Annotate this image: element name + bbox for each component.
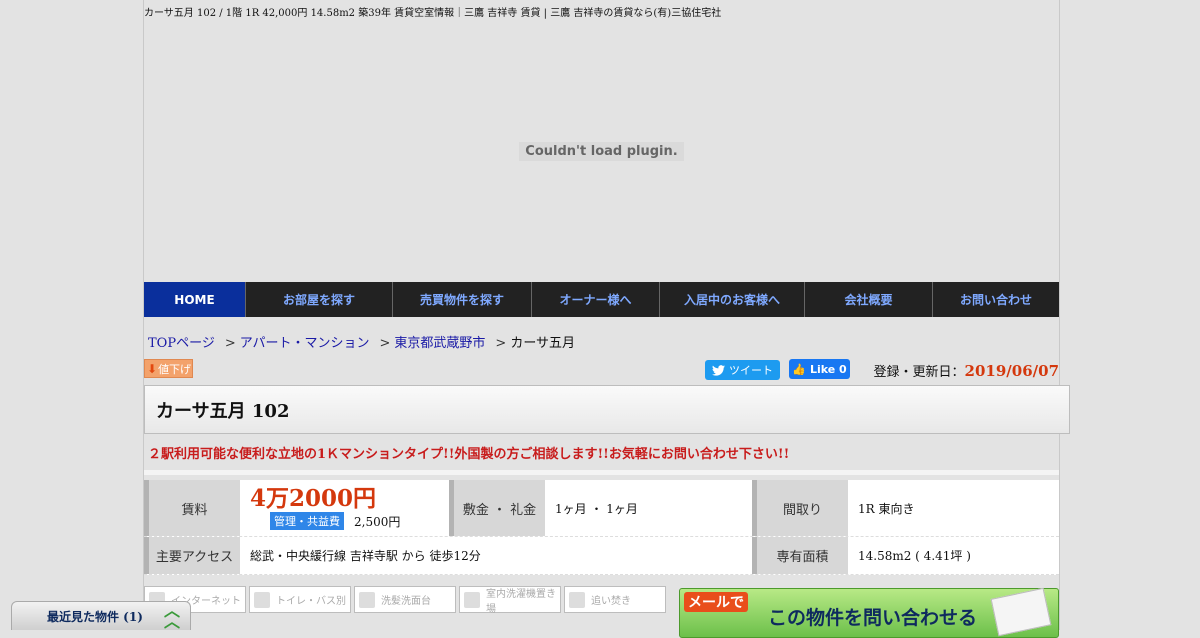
property-details-table: 賃料 4万2000円 管理・共益費 2,500円 敷金 ・ 礼金 1ヶ月 ・ 1…: [144, 480, 1059, 575]
area-value: 14.58m2 ( 4.41坪 ): [858, 549, 971, 563]
breadcrumb-category[interactable]: アパート・マンション: [240, 336, 370, 351]
breadcrumb-current: カーサ五月: [510, 336, 576, 351]
envelope-icon: [990, 587, 1052, 637]
breadcrumb-separator: >: [495, 336, 507, 351]
area-header: 専有面積: [752, 537, 848, 574]
thumbs-up-icon: 👍: [792, 362, 806, 376]
feature-label: 洗髪洗面台: [381, 596, 431, 607]
section-divider: [144, 470, 1059, 475]
double-chevron-up-icon: ︿ ︿: [163, 601, 180, 631]
nav-residents[interactable]: 入居中のお客様へ: [659, 282, 804, 317]
feature-reheating: 追い焚き: [564, 586, 666, 613]
fee-badge: 管理・共益費: [270, 512, 344, 530]
feature-separate-toilet: トイレ・バス別: [249, 586, 351, 613]
layout-header: 間取り: [752, 480, 848, 536]
details-row: 主要アクセス 総武・中央緩行線 吉祥寺駅 から 徒歩12分 専有面積 14.58…: [144, 537, 1059, 575]
rent-value: 4万2000円: [250, 485, 377, 512]
breadcrumb-separator: >: [379, 336, 391, 351]
page-title: カーサ五月 102 / 1階 1R 42,000円 14.58m2 築39年 賃…: [144, 8, 722, 19]
feature-washer-space: 室内洗濯機置き場: [459, 586, 561, 615]
page-container: カーサ五月 102 / 1階 1R 42,000円 14.58m2 築39年 賃…: [143, 0, 1070, 638]
feature-label: 室内洗濯機置き場: [486, 588, 556, 615]
feature-shampoo-basin: 洗髪洗面台: [354, 586, 456, 613]
breadcrumb: TOPページ > アパート・マンション > 東京都武蔵野市 > カーサ五月: [148, 332, 575, 351]
updated-date: 2019/06/07: [964, 362, 1059, 380]
tweet-label: ツイート: [729, 364, 773, 377]
rent-cell: 4万2000円 管理・共益費 2,500円: [240, 480, 449, 536]
facebook-like-button[interactable]: 👍 Like 0: [789, 359, 850, 379]
washer-icon: [464, 591, 480, 608]
twitter-bird-icon: [712, 364, 725, 376]
catch-copy: ２駅利用可能な便利な立地の1Ｋマンションタイプ!!外国製の方ご相談します!!お気…: [148, 447, 790, 462]
property-name: カーサ五月 102: [144, 385, 1070, 434]
like-label: Like 0: [809, 362, 847, 376]
tweet-button[interactable]: ツイート: [705, 360, 780, 380]
breadcrumb-top[interactable]: TOPページ: [148, 336, 215, 351]
breadcrumb-separator: >: [224, 336, 236, 351]
details-row: 賃料 4万2000円 管理・共益費 2,500円 敷金 ・ 礼金 1ヶ月 ・ 1…: [144, 480, 1059, 537]
layout-value: 1R 東向き: [858, 501, 915, 516]
recently-viewed-tab[interactable]: 最近見た物件 (1) ︿ ︿: [11, 601, 191, 630]
recently-viewed-label: 最近見た物件 (1): [47, 609, 143, 624]
deposit-header: 敷金 ・ 礼金: [449, 480, 545, 536]
down-arrow-icon: ⬇: [147, 361, 158, 376]
price-down-label: 値下げ: [158, 362, 192, 376]
contact-property-button[interactable]: メールで この物件を問い合わせる: [679, 587, 1059, 638]
contact-label: この物件を問い合わせる: [768, 607, 978, 629]
access-header: 主要アクセス: [144, 537, 240, 574]
bath-icon: [254, 591, 270, 608]
fee-value: 2,500円: [354, 514, 401, 529]
fee-line: 管理・共益費 2,500円: [270, 512, 400, 530]
nav-sale-properties[interactable]: 売買物件を探す: [392, 282, 531, 317]
updated-info: 登録・更新日：2019/06/07: [874, 361, 1059, 380]
nav-contact[interactable]: お問い合わせ: [932, 282, 1059, 317]
nav-search-rooms[interactable]: お部屋を探す: [245, 282, 392, 317]
plugin-error-message: Couldn't load plugin.: [519, 141, 684, 161]
breadcrumb-area[interactable]: 東京都武蔵野市: [394, 336, 485, 351]
feature-label: 追い焚き: [591, 596, 631, 607]
nav-company[interactable]: 会社概要: [804, 282, 932, 317]
price-down-badge: ⬇ 値下げ: [144, 359, 193, 378]
nav-home[interactable]: HOME: [144, 282, 245, 317]
updated-label: 登録・更新日：: [873, 365, 965, 380]
deposit-value: 1ヶ月 ・ 1ヶ月: [555, 501, 638, 516]
basin-icon: [359, 591, 375, 608]
mail-badge: メールで: [684, 592, 748, 612]
flame-icon: [569, 591, 585, 608]
plugin-area: Couldn't load plugin.: [144, 20, 1059, 282]
access-value: 総武・中央緩行線 吉祥寺駅 から 徒歩12分: [250, 549, 481, 563]
feature-label: トイレ・バス別: [276, 596, 346, 607]
main-nav: HOME お部屋を探す 売買物件を探す オーナー様へ 入居中のお客様へ 会社概要…: [144, 282, 1059, 317]
nav-owners[interactable]: オーナー様へ: [531, 282, 659, 317]
rent-header: 賃料: [144, 480, 240, 536]
